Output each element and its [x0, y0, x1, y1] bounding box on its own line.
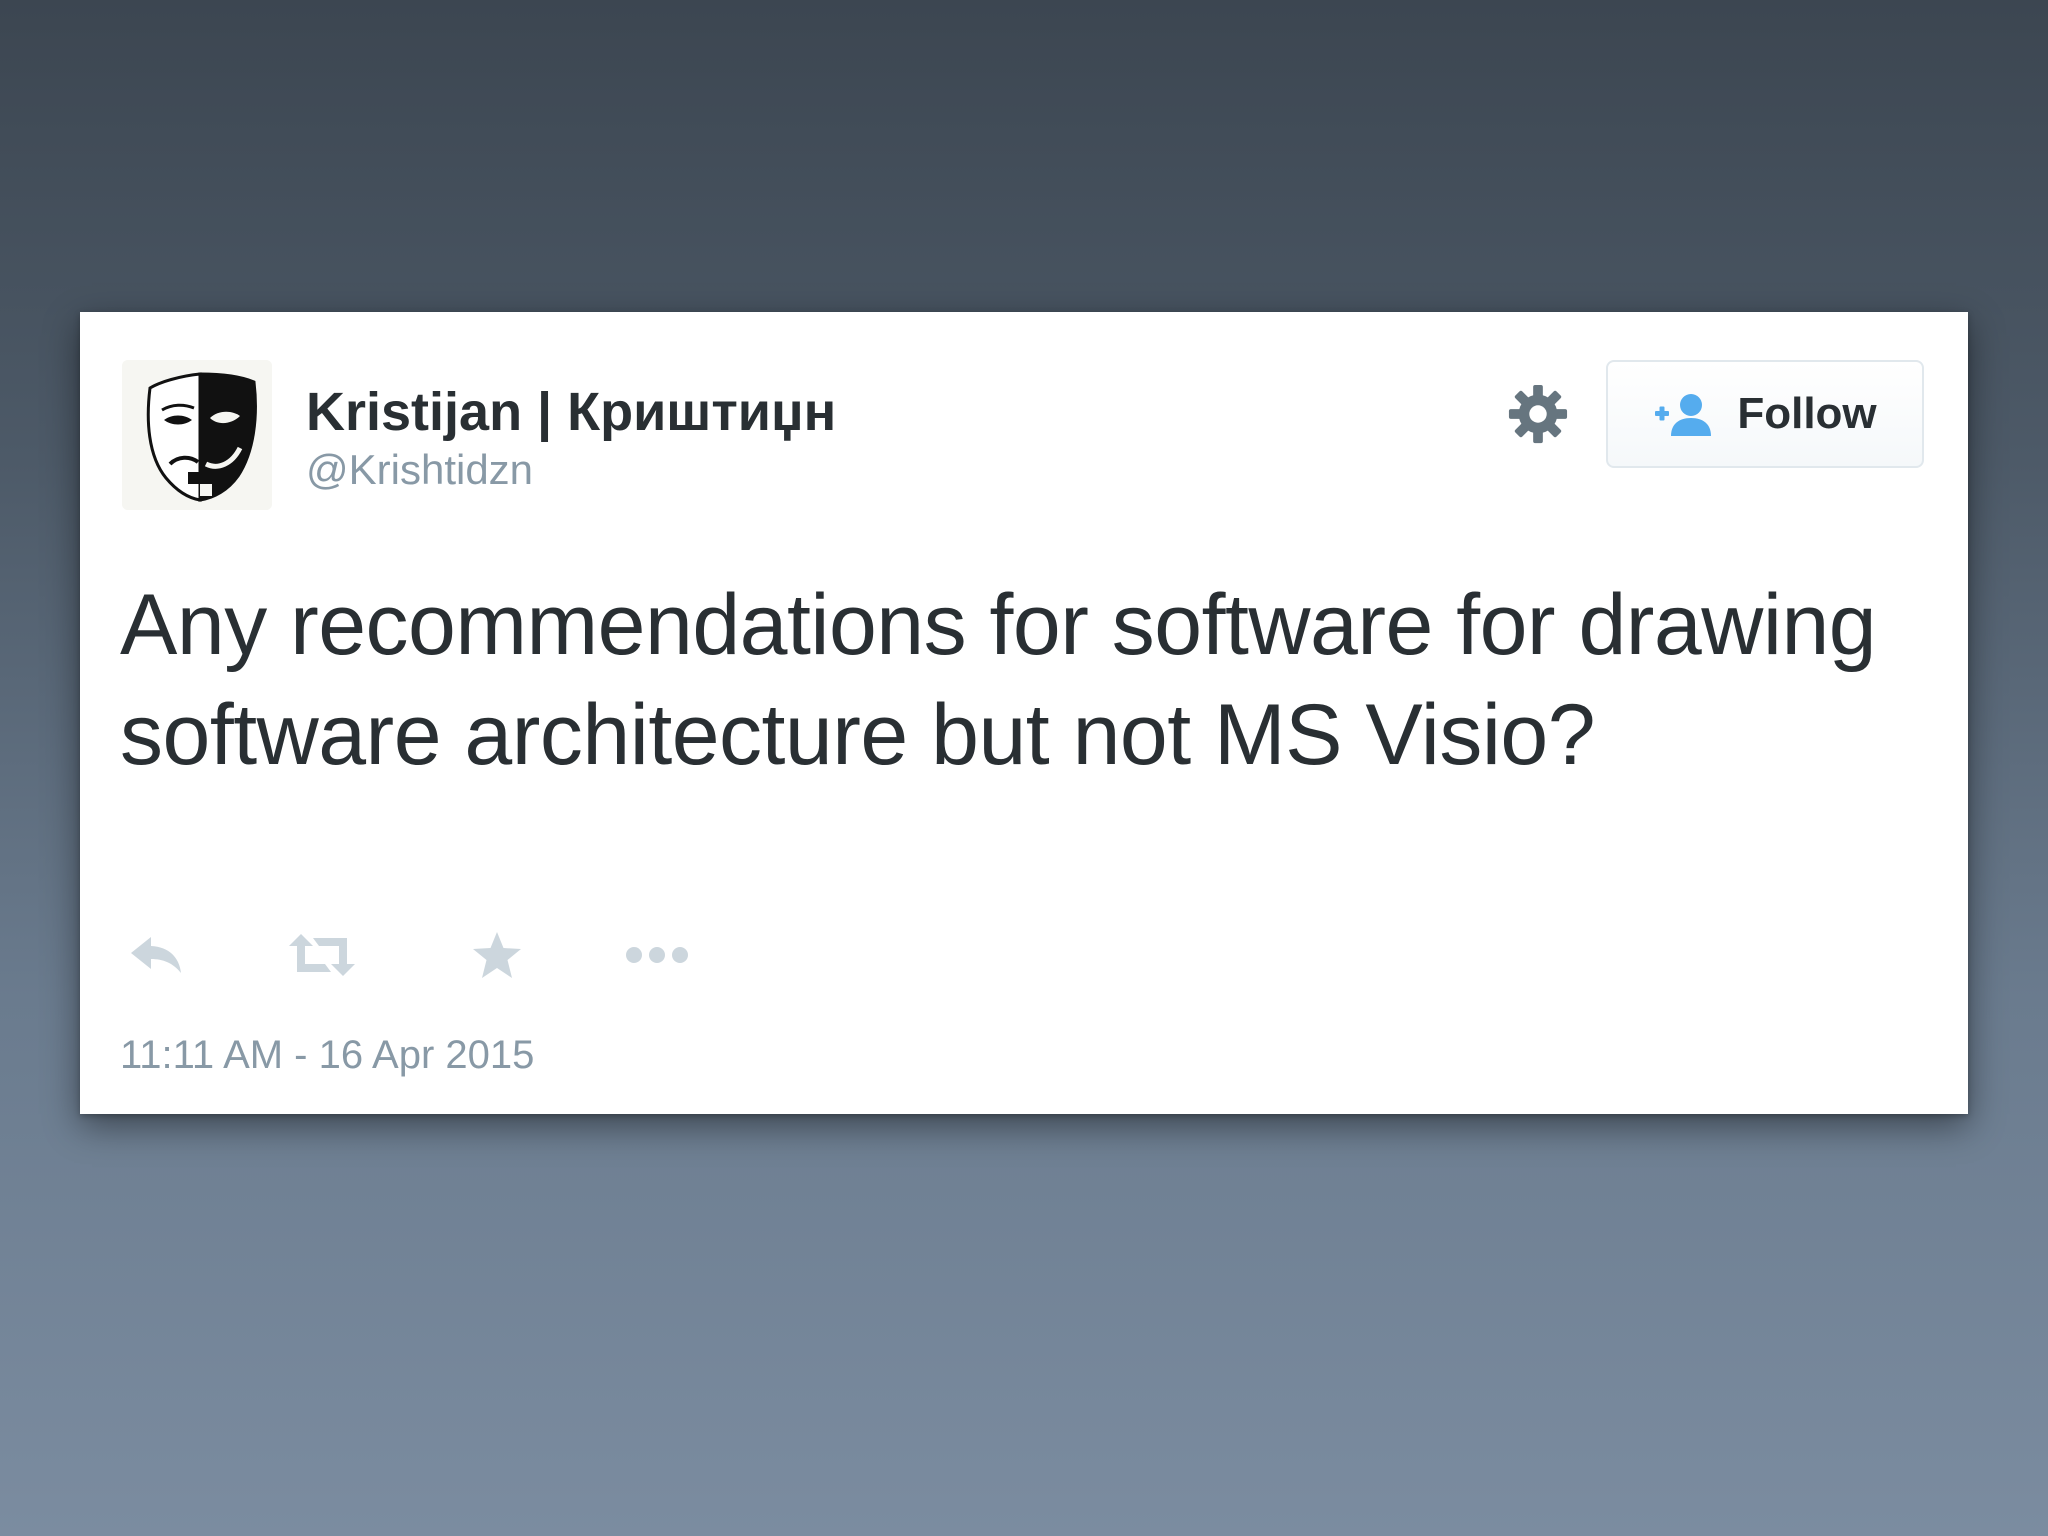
tweet-text: Any recommendations for software for dra… — [120, 577, 1877, 783]
settings-button[interactable] — [1498, 374, 1578, 454]
reply-button[interactable] — [122, 920, 192, 990]
favorite-button[interactable] — [462, 920, 532, 990]
star-icon — [473, 932, 521, 978]
retweet-button[interactable] — [282, 920, 362, 990]
user-handle[interactable]: @Krishtidzn — [306, 444, 836, 496]
retweet-icon — [289, 934, 355, 976]
add-user-icon — [1653, 392, 1715, 436]
follow-button[interactable]: Follow — [1606, 360, 1924, 468]
follow-label: Follow — [1737, 389, 1877, 438]
more-button[interactable] — [612, 920, 702, 990]
ellipsis-icon — [626, 947, 688, 963]
tweet-card: Kristijan | Криштиџн @Krishtidzn Follow … — [80, 312, 1968, 1114]
user-info: Kristijan | Криштиџн @Krishtidzn — [306, 380, 836, 496]
user-avatar[interactable] — [122, 360, 272, 510]
reply-icon — [131, 937, 181, 973]
gear-icon — [1508, 384, 1568, 444]
user-display-name[interactable]: Kristijan | Криштиџн — [306, 380, 836, 444]
theater-mask-icon — [122, 360, 272, 510]
tweet-timestamp[interactable]: 11:11 AM - 16 Apr 2015 — [120, 1030, 534, 1080]
slide-background — [0, 0, 2048, 310]
tweet-actions — [122, 920, 822, 990]
